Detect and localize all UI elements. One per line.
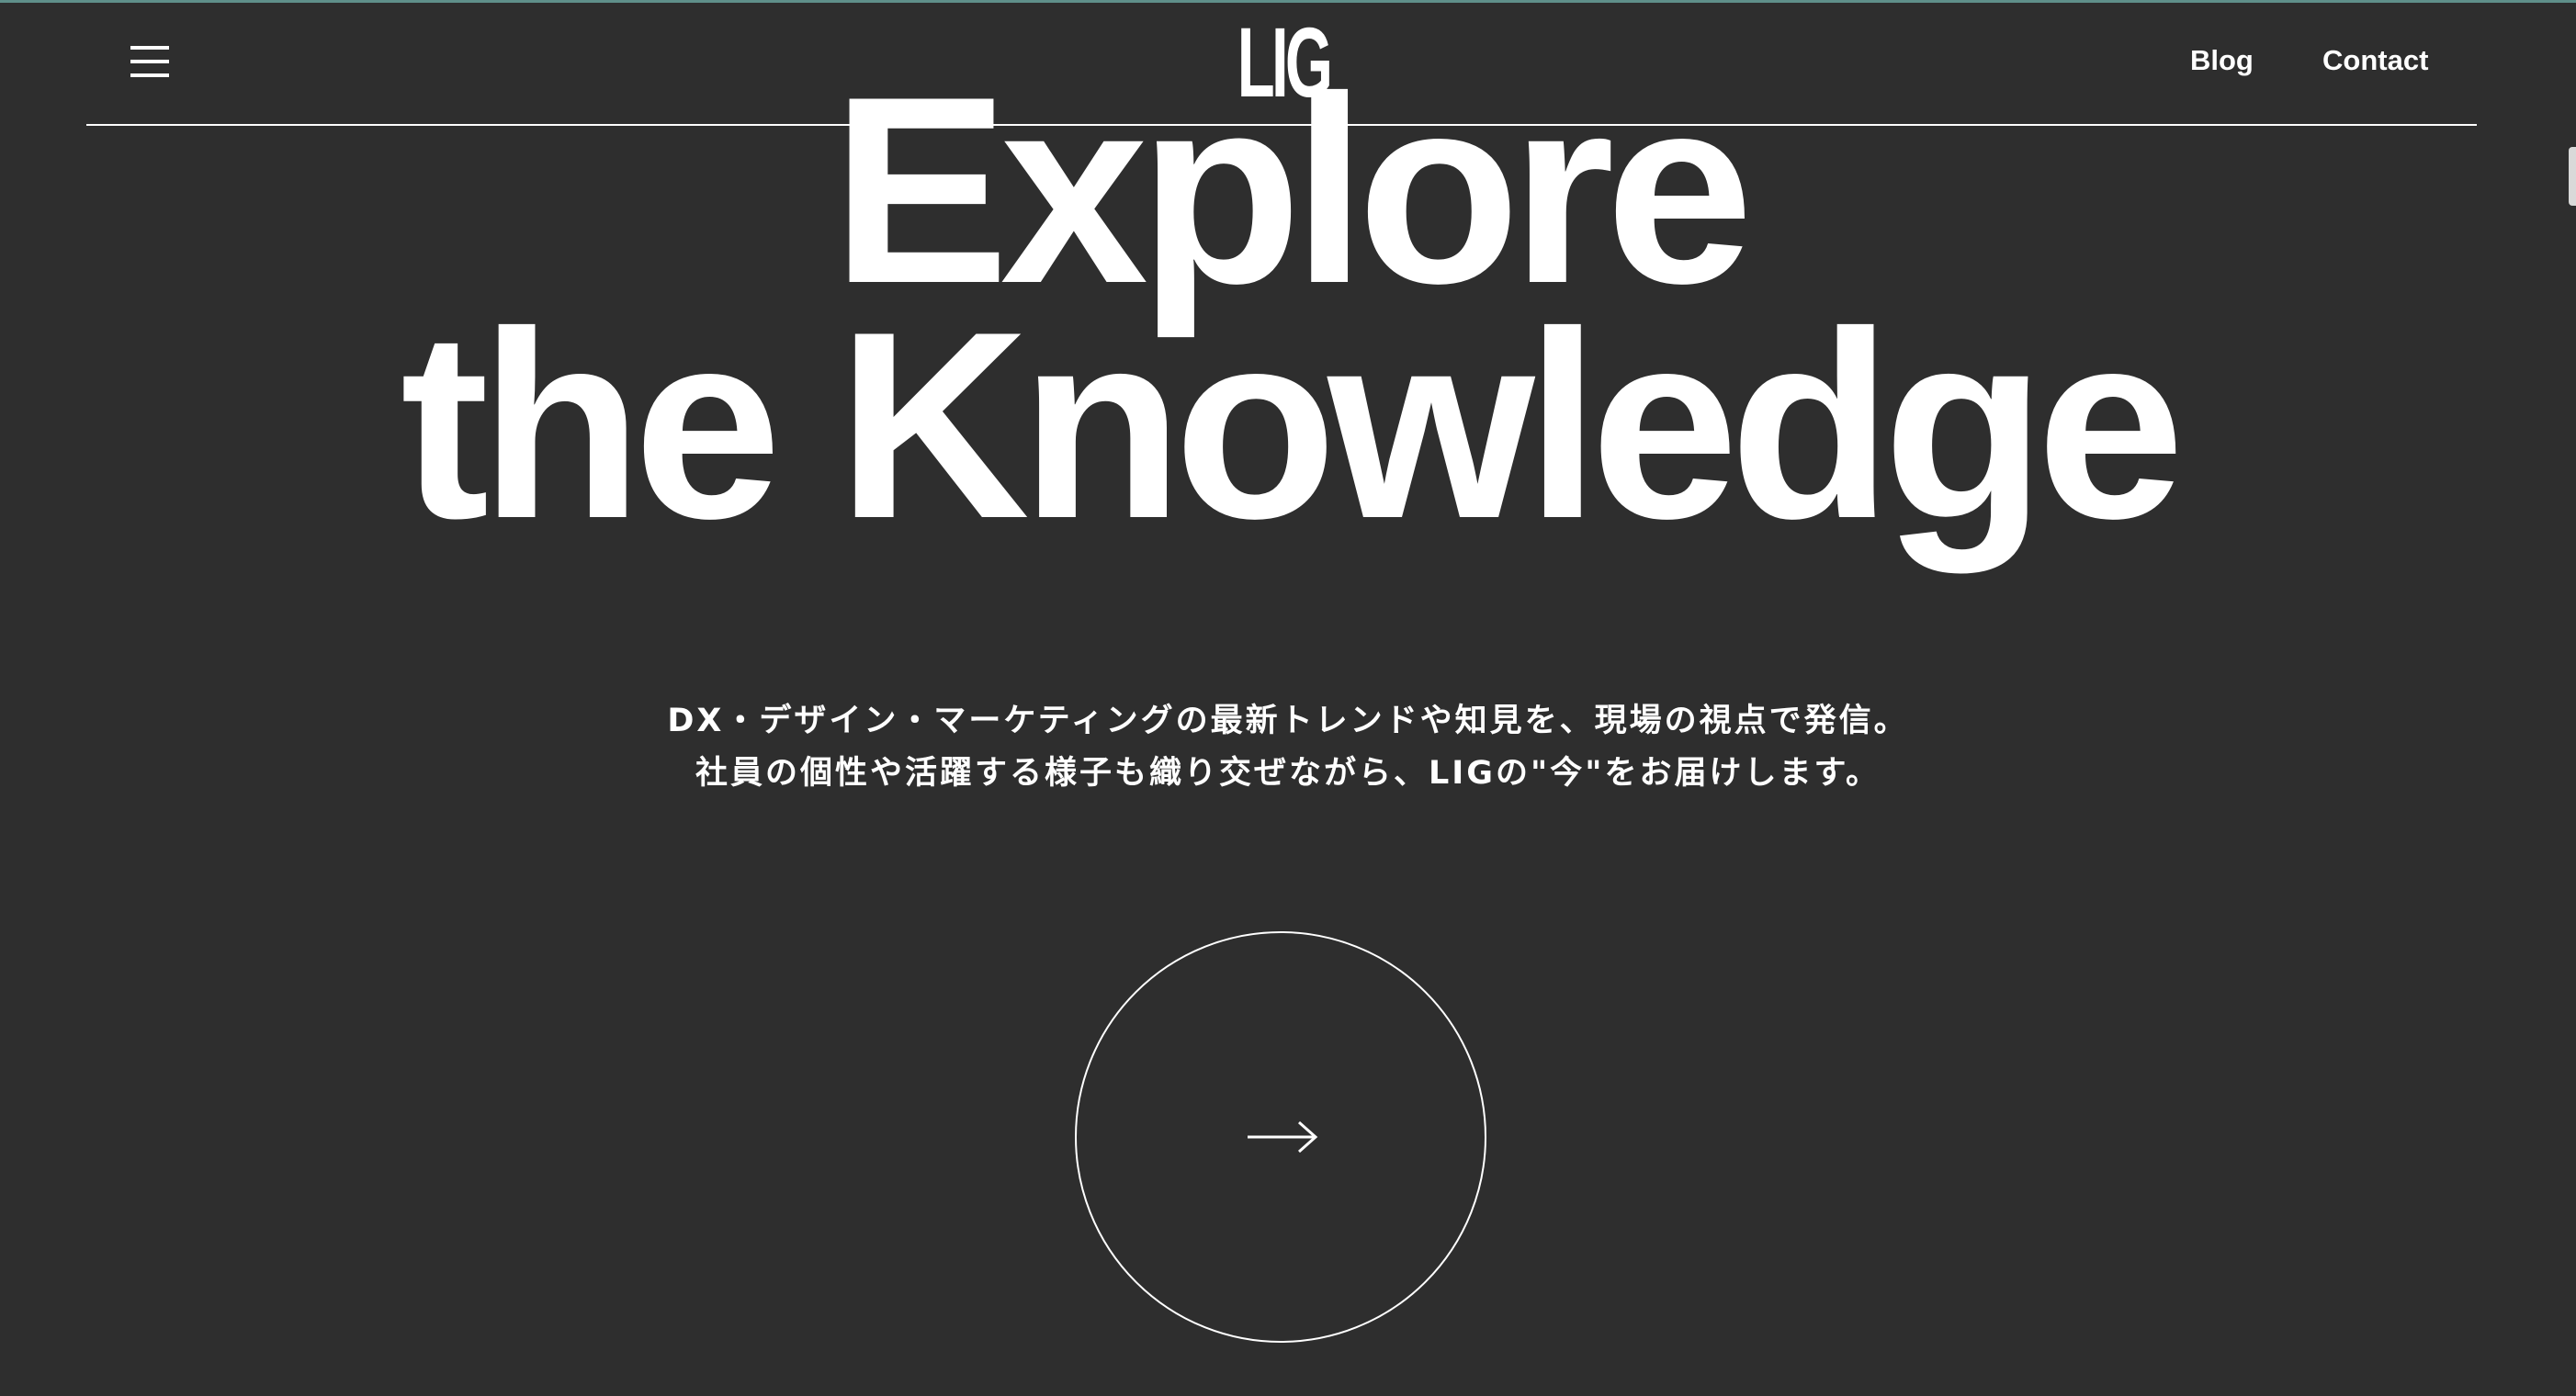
header-divider	[86, 124, 2477, 126]
arrow-right-icon	[1248, 1120, 1318, 1154]
hamburger-icon-bar	[130, 60, 169, 63]
site-logo[interactable]: LIG	[1237, 13, 1333, 112]
nav-link-blog[interactable]: Blog	[2190, 42, 2254, 79]
site-header: LIG Blog Contact	[0, 0, 2576, 129]
hamburger-icon-bar	[130, 73, 169, 77]
nav-link-contact[interactable]: Contact	[2322, 42, 2428, 79]
description-line-2: 社員の個性や活躍する様子も織り交ぜながら、LIGの"今"をお届けします。	[695, 755, 1881, 792]
menu-button[interactable]	[130, 46, 169, 77]
explore-circle-button[interactable]	[1075, 931, 1486, 1343]
hamburger-icon	[130, 46, 169, 50]
description-line-1: DX・デザイン・マーケティングの最新トレンドや知見を、現場の視点で発信。	[667, 703, 1909, 739]
hero-title-line-2: the Knowledge	[400, 276, 2185, 574]
